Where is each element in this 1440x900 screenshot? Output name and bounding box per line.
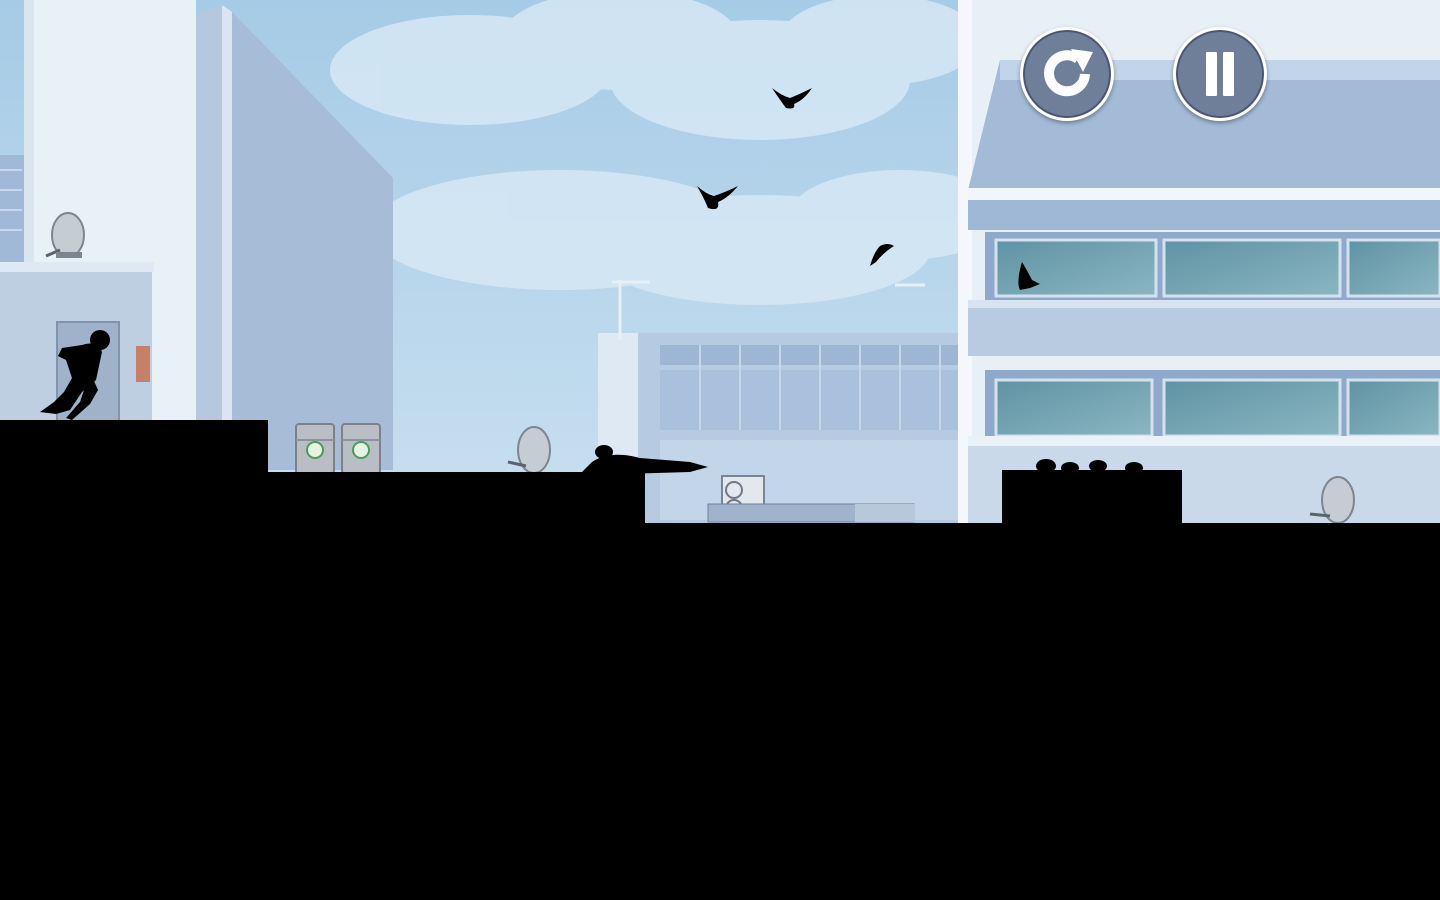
restart-button[interactable]: [1020, 27, 1114, 121]
game-scene: [0, 0, 1440, 900]
restart-icon: [1044, 49, 1093, 97]
far-left-building: [0, 155, 24, 275]
pause-button[interactable]: [1173, 27, 1267, 121]
pause-icon: [1206, 52, 1234, 96]
